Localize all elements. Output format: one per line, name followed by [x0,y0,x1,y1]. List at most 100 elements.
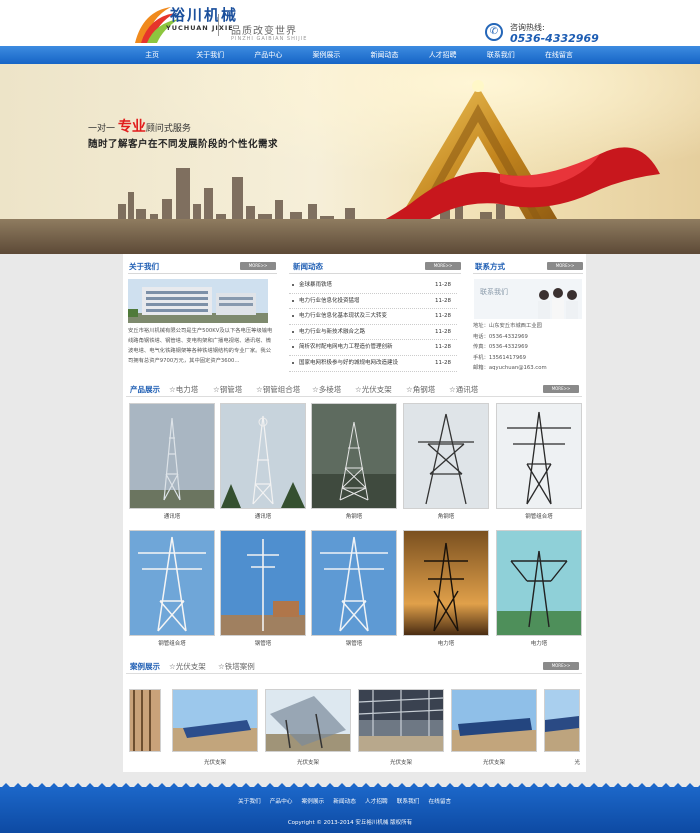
news-item[interactable]: 电力行业与新技术融合之路 11-28 [289,325,457,341]
nav-about[interactable]: 关于我们 [181,46,239,64]
tab-pv-bracket[interactable]: ☆光伏支架 [355,384,392,395]
contact-more-button[interactable]: MORE>> [547,262,583,270]
news-item-title[interactable]: 简析农村配电网电力工程造价管理创新 [299,340,393,355]
nav-message[interactable]: 在线留言 [530,46,588,64]
case-caption[interactable]: 光伏支架 [265,758,351,766]
bullet-icon [292,284,294,286]
products-more-button[interactable]: MORE>> [543,385,579,393]
footer-link-cases[interactable]: 案例展示 [302,796,325,805]
news-item[interactable]: 电力行业信息化投资猛增 11-28 [289,294,457,310]
about-title[interactable]: 关于我们 [129,261,159,272]
tab-steel-pipe-tower[interactable]: ☆钢管塔 [213,384,242,395]
tab-steel-pipe-combo-tower[interactable]: ☆钢管组合塔 [256,384,300,395]
product-card[interactable]: 钢管塔 [311,530,397,647]
tab-tower-cases[interactable]: ☆铁塔案例 [218,661,255,672]
contact-title[interactable]: 联系方式 [475,261,505,272]
product-card[interactable]: 通讯塔 [220,403,306,520]
tab-polygon-tower[interactable]: ☆多棱塔 [312,384,341,395]
product-image[interactable] [403,530,489,636]
case-card[interactable]: 光伏支架 [358,689,444,766]
case-image[interactable] [544,689,580,752]
about-more-button[interactable]: MORE>> [240,262,276,270]
product-caption[interactable]: 角钢塔 [311,512,397,520]
news-item-title[interactable]: 电力行业信息化投资猛增 [299,294,360,309]
case-image[interactable] [129,689,161,752]
contact-address: 地址：山东安丘市城西工业园 [473,323,542,329]
news-item[interactable]: 简析农村配电网电力工程造价管理创新 11-28 [289,340,457,356]
product-image[interactable] [311,403,397,509]
product-caption[interactable]: 钢管塔 [311,639,397,647]
product-card[interactable]: 电力塔 [403,530,489,647]
news-item[interactable]: 国家电网积极参与好的城规电网改造建设 11-28 [289,356,457,372]
tab-products[interactable]: 产品展示 [130,384,160,395]
case-card[interactable]: 光伏支架 [451,689,537,766]
footer-link-products[interactable]: 产品中心 [270,796,293,805]
product-card[interactable]: 通讯塔 [129,403,215,520]
case-card[interactable]: 光 [544,689,580,766]
product-image[interactable] [496,403,582,509]
case-caption[interactable]: 光伏支架 [451,758,537,766]
product-caption[interactable]: 钢管组合塔 [496,512,582,520]
case-card[interactable]: 光伏支架 [172,689,258,766]
news-item-title[interactable]: 金球暴雨铁塔 [299,278,332,293]
tab-cases[interactable]: 案例展示 [130,661,160,672]
case-image[interactable] [451,689,537,752]
product-card[interactable]: 钢管组合塔 [496,403,582,520]
logo-name[interactable]: 裕川机械 [170,4,238,25]
product-image[interactable] [129,530,215,636]
nav-products[interactable]: 产品中心 [239,46,297,64]
nav-contact[interactable]: 联系我们 [472,46,530,64]
news-title[interactable]: 新闻动态 [293,261,323,272]
nav-home[interactable]: 主页 [123,46,181,64]
product-caption[interactable]: 电力塔 [496,639,582,647]
product-card[interactable]: 钢管塔 [220,530,306,647]
tab-angle-steel-tower[interactable]: ☆角钢塔 [406,384,435,395]
product-card[interactable]: 钢管组合塔 [129,530,215,647]
case-image[interactable] [265,689,351,752]
cases-more-button[interactable]: MORE>> [543,662,579,670]
case-card[interactable]: 光伏支架 [265,689,351,766]
product-caption[interactable]: 通讯塔 [220,512,306,520]
news-more-button[interactable]: MORE>> [425,262,461,270]
product-card[interactable]: 电力塔 [496,530,582,647]
news-item[interactable]: 电力行业信息化基本现状及三大转变 11-28 [289,309,457,325]
product-caption[interactable]: 电力塔 [403,639,489,647]
about-description: 安丘市裕川机械有限公司是生产500KV及以下各电压等级输电线路角钢铁塔、钢管塔、… [128,328,273,364]
nav-news[interactable]: 新闻动态 [356,46,414,64]
product-image[interactable] [403,403,489,509]
product-image[interactable] [220,403,306,509]
product-image[interactable] [311,530,397,636]
product-caption[interactable]: 通讯塔 [129,512,215,520]
case-caption[interactable]: 光 [544,758,580,766]
case-image[interactable] [358,689,444,752]
news-item[interactable]: 金球暴雨铁塔 11-28 [289,278,457,294]
about-company-photo[interactable] [128,279,268,323]
footer-link-message[interactable]: 在线留言 [429,796,452,805]
news-item-title[interactable]: 国家电网积极参与好的城规电网改造建设 [299,356,398,371]
product-caption[interactable]: 角钢塔 [403,512,489,520]
tab-telecom-tower[interactable]: ☆通讯塔 [449,384,478,395]
product-image[interactable] [496,530,582,636]
case-caption[interactable]: 光伏支架 [172,758,258,766]
product-card[interactable]: 角钢塔 [311,403,397,520]
footer-link-about[interactable]: 关于我们 [238,796,261,805]
case-caption[interactable]: 光伏支架 [358,758,444,766]
news-item-title[interactable]: 电力行业与新技术融合之路 [299,325,365,340]
news-item-title[interactable]: 电力行业信息化基本现状及三大转变 [299,309,387,324]
tab-pv-bracket-cases[interactable]: ☆光伏支架 [169,661,206,672]
service-staff-icon [538,288,578,319]
product-image[interactable] [220,530,306,636]
contact-photo-label: 联系我们 [480,288,508,296]
product-caption[interactable]: 钢管塔 [220,639,306,647]
product-card[interactable]: 角钢塔 [403,403,489,520]
nav-jobs[interactable]: 人才招聘 [414,46,472,64]
case-image[interactable] [172,689,258,752]
footer-link-jobs[interactable]: 人才招聘 [365,796,388,805]
case-card[interactable] [129,689,161,758]
product-image[interactable] [129,403,215,509]
footer-link-news[interactable]: 新闻动态 [333,796,356,805]
nav-cases[interactable]: 案例展示 [297,46,355,64]
product-caption[interactable]: 钢管组合塔 [129,639,215,647]
footer-link-contact[interactable]: 联系我们 [397,796,420,805]
tab-power-tower[interactable]: ☆电力塔 [169,384,198,395]
